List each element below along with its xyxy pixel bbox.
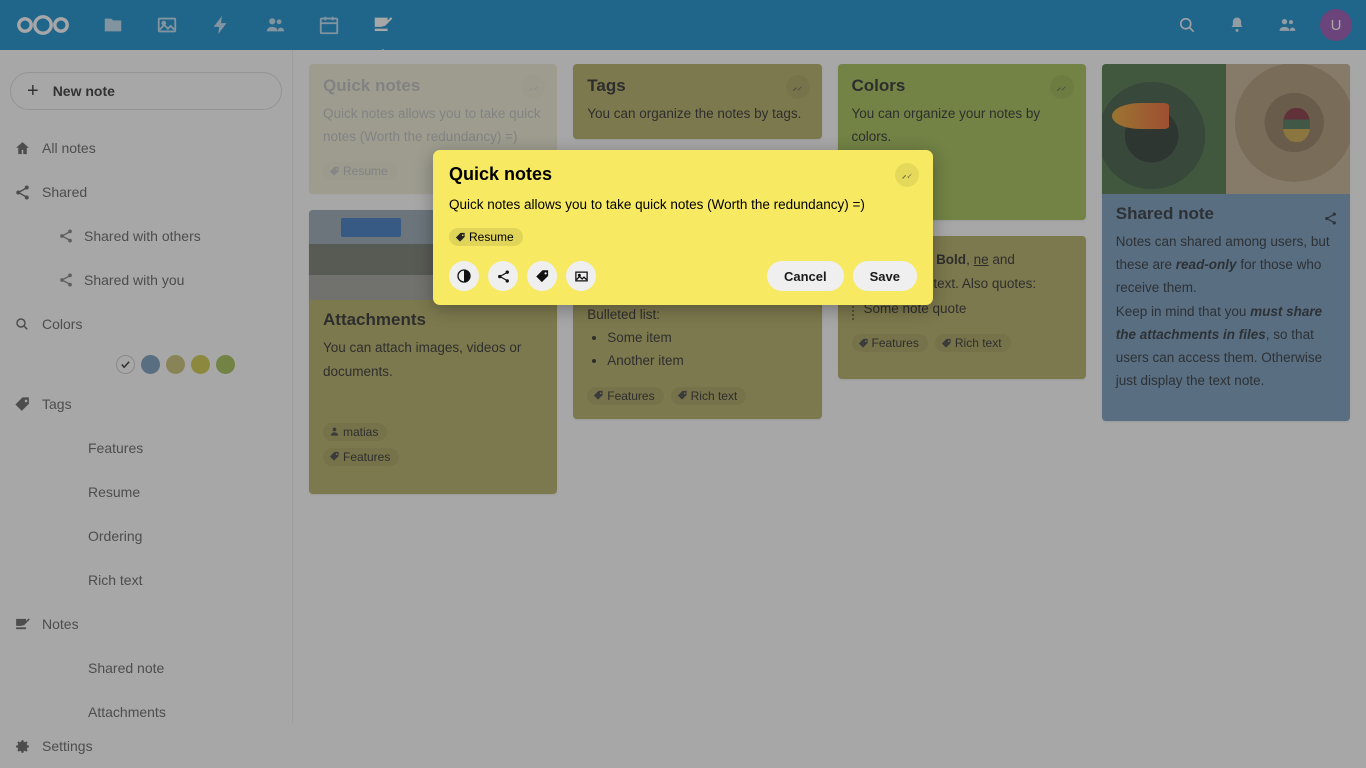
- modal-tags: Resume: [449, 228, 917, 246]
- cancel-button[interactable]: Cancel: [767, 261, 844, 291]
- modal-title: Quick notes: [449, 164, 917, 185]
- modal-body[interactable]: Quick notes allows you to take quick not…: [449, 193, 917, 216]
- tag-icon[interactable]: [527, 261, 557, 291]
- tag-chip[interactable]: Resume: [449, 228, 523, 246]
- edit-note-modal: Quick notes Quick notes allows you to ta…: [433, 150, 933, 305]
- modal-buttons: Cancel Save: [767, 261, 917, 291]
- modal-overlay[interactable]: [0, 0, 1366, 768]
- tag-label: Resume: [469, 230, 514, 244]
- image-icon[interactable]: [566, 261, 596, 291]
- share-icon[interactable]: [488, 261, 518, 291]
- pin-icon[interactable]: [895, 163, 919, 187]
- modal-action-bar: Cancel Save: [449, 261, 917, 291]
- notes-app-window: U + New note All notes Shared: [0, 0, 1366, 768]
- save-button[interactable]: Save: [853, 261, 917, 291]
- color-contrast-icon[interactable]: [449, 261, 479, 291]
